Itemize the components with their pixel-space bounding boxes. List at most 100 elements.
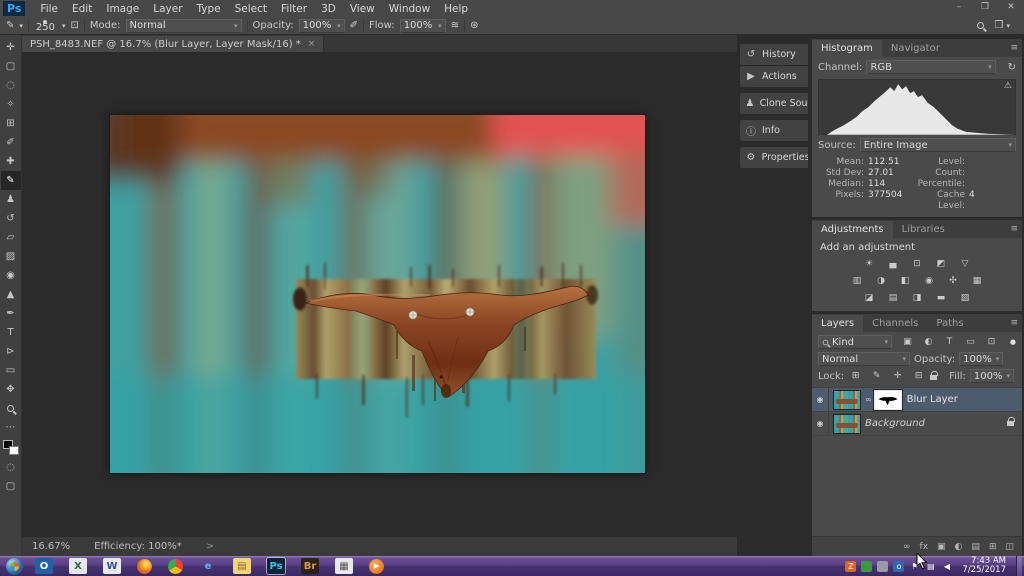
status-options-arrow[interactable]: >	[206, 541, 214, 552]
layer-mask-thumbnail[interactable]	[874, 390, 902, 410]
tray-app-orange[interactable]: Z	[845, 561, 856, 572]
canvas-image[interactable]	[110, 115, 645, 473]
tab-adj-libraries[interactable]: Libraries	[893, 221, 954, 238]
filter-smart-objects-icon[interactable]: ⊡	[984, 336, 999, 349]
quick-mask-mode[interactable]: ◌	[1, 458, 21, 477]
start-button[interactable]	[6, 558, 23, 575]
panel-menu-icon[interactable]: ≡	[1010, 318, 1018, 328]
close-button[interactable]: ✕	[998, 0, 1024, 16]
menu-select[interactable]: Select	[228, 3, 274, 15]
lock-all-icon[interactable]	[930, 375, 937, 380]
new-adjustment-layer-icon[interactable]: ◐	[955, 542, 963, 552]
eraser-tool[interactable]: ▱	[1, 228, 21, 247]
menu-image[interactable]: Image	[99, 3, 146, 15]
collapsed-panel-info[interactable]: ⓘInfo	[740, 120, 808, 141]
path-selection-tool[interactable]: ⊳	[1, 342, 21, 361]
filter-adjustment-layers-icon[interactable]: ◐	[921, 336, 936, 349]
flow-select[interactable]: 100%▾	[400, 19, 446, 33]
menu-edit[interactable]: Edit	[65, 3, 99, 15]
tab-close-icon[interactable]: ×	[308, 39, 316, 49]
screen-mode[interactable]: ▢	[1, 477, 21, 496]
canvas-pasteboard[interactable]	[22, 52, 737, 536]
lasso-tool[interactable]: ◌	[1, 76, 21, 95]
tab-layers-layers[interactable]: Layers	[812, 315, 863, 332]
adjustment-vibrance-icon[interactable]: ▽	[958, 257, 973, 270]
adjustment-channel-mixer-icon[interactable]: ✣	[946, 274, 961, 287]
hand-tool[interactable]: ✥	[1, 380, 21, 399]
menu-type[interactable]: Type	[190, 3, 228, 15]
marquee-tool[interactable]: ▢	[1, 57, 21, 76]
filter-shape-layers-icon[interactable]: ▭	[963, 336, 978, 349]
quick-selection-tool[interactable]: ✧	[1, 95, 21, 114]
layer-effects-icon[interactable]: fx	[920, 542, 929, 552]
tray-app-green[interactable]	[861, 561, 872, 572]
cached-data-warning-icon[interactable]: ⚠	[1004, 81, 1012, 91]
taskbar-firefox[interactable]	[137, 559, 152, 574]
adjustment-color-balance-icon[interactable]: ◑	[874, 274, 889, 287]
pressure-size-icon[interactable]: ⊛	[470, 20, 478, 31]
filter-pixel-layers-icon[interactable]: ▣	[900, 336, 915, 349]
lock-artboard-icon[interactable]: ⊟	[911, 370, 926, 383]
document-tab[interactable]: PSH_8483.NEF @ 16.7% (Blur Layer, Layer …	[22, 36, 324, 52]
minimize-button[interactable]: –	[946, 0, 972, 16]
crop-tool[interactable]: ⊞	[1, 114, 21, 133]
toggle-brush-panel-icon[interactable]: ⊡	[71, 20, 79, 31]
airbrush-icon[interactable]: ≋	[451, 20, 459, 31]
link-layers-icon[interactable]: ∞	[903, 542, 911, 552]
shape-tool[interactable]: ▭	[1, 361, 21, 380]
tab-hist-histogram[interactable]: Histogram	[812, 40, 882, 57]
collapsed-panel-properties[interactable]: ⚙Properties	[740, 147, 808, 168]
taskbar-file-explorer[interactable]: ▤	[233, 558, 251, 574]
adjustment-exposure-icon[interactable]: ◩	[934, 257, 949, 270]
layer-row-background[interactable]: ◉Background	[812, 412, 1022, 436]
taskbar-word[interactable]: W	[103, 558, 121, 574]
taskbar-media-player[interactable]: ▶	[369, 559, 384, 574]
opacity-select[interactable]: 100%▾	[299, 19, 345, 33]
brush-tool-icon[interactable]: ✎	[6, 20, 14, 31]
adjustment-photo-filter-icon[interactable]: ◉	[922, 274, 937, 287]
restore-button[interactable]: ❐	[972, 0, 998, 16]
adjustment-brightness-contrast-icon[interactable]: ☀	[862, 257, 877, 270]
history-brush-tool[interactable]: ↺	[1, 209, 21, 228]
add-layer-mask-icon[interactable]: ▣	[937, 542, 946, 552]
menu-3d[interactable]: 3D	[314, 3, 343, 15]
layer-visibility-icon[interactable]: ◉	[812, 412, 829, 435]
type-tool[interactable]: T	[1, 323, 21, 342]
adjustment-posterize-icon[interactable]: ▤	[886, 291, 901, 304]
edit-toolbar[interactable]: ⋯	[1, 418, 21, 437]
dodge-tool[interactable]: ▲	[1, 285, 21, 304]
move-tool[interactable]: ✛	[1, 38, 21, 57]
taskbar-photoshop[interactable]: Ps	[267, 558, 285, 574]
panel-menu-icon[interactable]: ≡	[1010, 43, 1018, 53]
pen-tool[interactable]: ✒	[1, 304, 21, 323]
new-layer-icon[interactable]: ⊞	[989, 542, 997, 552]
mode-select[interactable]: Normal▾	[126, 19, 242, 33]
menu-file[interactable]: File	[33, 3, 65, 15]
adjustment-black-white-icon[interactable]: ◧	[898, 274, 913, 287]
tab-layers-channels[interactable]: Channels	[863, 315, 927, 332]
filter-toggle-icon[interactable]: ●	[1010, 338, 1016, 346]
taskbar-excel[interactable]: X	[69, 558, 87, 574]
lock-paint-icon[interactable]: ✎	[869, 370, 884, 383]
delete-layer-icon[interactable]: ◫	[1005, 542, 1014, 552]
workspace-switcher[interactable]: ❐ ▾	[994, 20, 1010, 31]
adjustment-invert-icon[interactable]: ◪	[862, 291, 877, 304]
collapsed-panel-actions[interactable]: ▶Actions	[740, 66, 808, 87]
new-group-icon[interactable]: ▤	[971, 542, 980, 552]
adjustment-threshold-icon[interactable]: ◨	[910, 291, 925, 304]
layer-filter-select[interactable]: Kind ▾	[818, 335, 892, 349]
adjustment-color-lookup-icon[interactable]: ▦	[970, 274, 985, 287]
collapsed-panel-history[interactable]: ↺History	[740, 44, 808, 65]
adjustment-selective-color-icon[interactable]: ▨	[958, 291, 973, 304]
blend-mode-select[interactable]: Normal▾	[818, 352, 910, 366]
filter-type-layers-icon[interactable]: T	[942, 336, 957, 349]
brush-picker-arrow-icon[interactable]: ▾	[62, 22, 66, 30]
brush-tool[interactable]: ✎	[1, 171, 21, 190]
adjustment-levels-icon[interactable]: ▄	[886, 257, 901, 270]
layer-thumbnail[interactable]	[833, 414, 861, 434]
healing-brush-tool[interactable]: ✚	[1, 152, 21, 171]
tool-preset-arrow-icon[interactable]: ▾	[19, 22, 23, 30]
layer-visibility-icon[interactable]: ◉	[812, 388, 829, 411]
collapsed-panel-clone-source[interactable]: ♟Clone Sour...	[740, 93, 808, 114]
tray-app-gray[interactable]	[877, 561, 888, 572]
